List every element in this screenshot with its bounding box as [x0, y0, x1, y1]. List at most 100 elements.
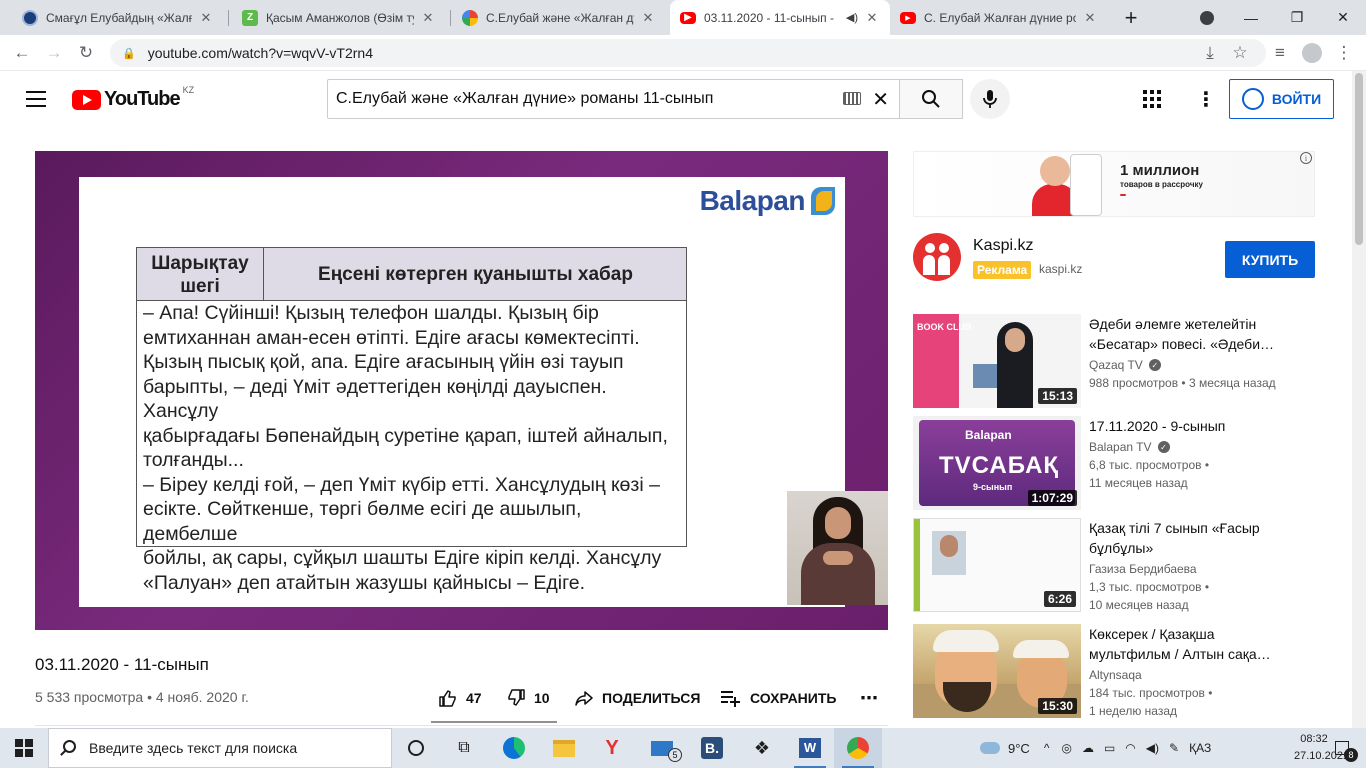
- scrollbar-thumb[interactable]: [1355, 73, 1363, 245]
- slide-line: – Апа! Сүйінші! Қызың телефон шалды. Қыз…: [143, 302, 599, 324]
- share-icon: [575, 691, 593, 706]
- google-icon: [462, 9, 478, 26]
- tray-chevron-icon[interactable]: ^: [1044, 741, 1050, 755]
- dislike-button[interactable]: 10: [506, 687, 550, 709]
- recommendation-item[interactable]: Balapan TVСАБАҚ 9-сынып 1:07:29 17.11.20…: [913, 416, 1338, 512]
- tab-close-icon[interactable]: ✕: [864, 10, 880, 26]
- ad-banner[interactable]: 1 миллион товаров в рассрочку: [913, 151, 1315, 217]
- cortana-icon[interactable]: [392, 728, 440, 768]
- rec-channel-name: Balapan TV: [1089, 440, 1152, 454]
- rec-channel[interactable]: Газиза Бердибаева: [1089, 562, 1197, 576]
- apps-grid-icon[interactable]: [1142, 89, 1162, 109]
- weather-temp[interactable]: 9°C: [1008, 741, 1030, 756]
- mail-icon[interactable]: 5: [638, 728, 686, 768]
- dropbox-icon[interactable]: ❖: [738, 728, 786, 768]
- yandex-icon[interactable]: Y: [588, 728, 636, 768]
- video-thumbnail[interactable]: Balapan TVСАБАҚ 9-сынып 1:07:29: [913, 416, 1081, 510]
- rec-channel[interactable]: Qazaq TV ✓: [1089, 358, 1161, 372]
- battery-icon[interactable]: ▭: [1104, 741, 1115, 755]
- pen-icon[interactable]: ✎: [1169, 741, 1179, 755]
- advertiser-name[interactable]: Kaspi.kz: [973, 237, 1033, 255]
- kaspi-logo[interactable]: [913, 233, 961, 281]
- recommendation-item[interactable]: 6:26 Қазақ тілі 7 сынып «Ғасыр бұлбұлы» …: [913, 518, 1338, 614]
- video-player[interactable]: Balapan Шарықтау шегі Еңсені көтерген қу…: [35, 151, 888, 630]
- more-actions-button[interactable]: ⋯: [860, 687, 878, 709]
- forward-button[interactable]: →: [40, 39, 68, 67]
- video-thumbnail[interactable]: 6:26: [913, 518, 1081, 612]
- rec-title[interactable]: Әдеби әлемге жетелейтін «Бесатар» повесі…: [1089, 314, 1287, 354]
- search-input[interactable]: С.Елубай және «Жалған дүние» романы 11-с…: [327, 79, 900, 119]
- browser-tab-2[interactable]: Z Қасым Аманжолов (Өзім тур ✕: [232, 0, 446, 35]
- rec-title[interactable]: Қазақ тілі 7 сынып «Ғасыр бұлбұлы»: [1089, 518, 1287, 558]
- rec-title[interactable]: 17.11.2020 - 9-сынып: [1089, 416, 1287, 436]
- onedrive-icon[interactable]: ☁: [1082, 741, 1094, 755]
- back-button[interactable]: ←: [8, 39, 36, 67]
- rec-channel[interactable]: Balapan TV ✓: [1089, 440, 1170, 454]
- slide-line: барыпты, – деді Үміт әдеттегіден көңілді…: [143, 375, 607, 423]
- ad-info-icon[interactable]: i: [1300, 152, 1312, 164]
- voice-search-button[interactable]: [970, 79, 1010, 119]
- slide-line: Қызың пысық қой, апа. Едіге ағасының үйі…: [143, 351, 624, 373]
- share-button[interactable]: ПОДЕЛИТЬСЯ: [574, 687, 700, 709]
- sign-in-button[interactable]: ВОЙТИ: [1229, 79, 1334, 119]
- start-button[interactable]: [0, 728, 48, 768]
- video-slide: Balapan Шарықтау шегі Еңсені көтерген қу…: [79, 177, 888, 607]
- video-meta: 5 533 просмотра • 4 нояб. 2020 г.: [35, 689, 249, 705]
- ad-headline: 1 миллион: [1120, 162, 1200, 179]
- recommendation-item[interactable]: 15:30 Көксерек / Қазақша мультфильм / Ал…: [913, 624, 1338, 720]
- keyboard-icon[interactable]: [843, 92, 861, 105]
- tab-search-button[interactable]: [1184, 0, 1230, 35]
- settings-more-icon[interactable]: ⋮: [1196, 87, 1216, 112]
- meet-now-icon[interactable]: ◎: [1061, 741, 1071, 755]
- file-explorer-icon[interactable]: [540, 728, 588, 768]
- rec-title[interactable]: Көксерек / Қазақша мультфильм / Алтын са…: [1089, 624, 1287, 664]
- video-thumbnail[interactable]: BOOK CLUB 15:13: [913, 314, 1081, 408]
- word-icon[interactable]: W: [786, 728, 834, 768]
- browser-tab-4-active[interactable]: ▶ 03.11.2020 - 11-сынып - ◀) ✕: [670, 0, 890, 35]
- search-button[interactable]: [899, 79, 963, 119]
- recommendation-item[interactable]: BOOK CLUB 15:13 Әдеби әлемге жетелейтін …: [913, 314, 1338, 410]
- profile-icon[interactable]: [1298, 39, 1326, 67]
- minimize-button[interactable]: —: [1228, 0, 1274, 35]
- app-b-icon[interactable]: B.: [688, 728, 736, 768]
- tab-close-icon[interactable]: ✕: [640, 10, 656, 26]
- rec-channel[interactable]: Altynsaqa: [1089, 668, 1142, 682]
- video-thumbnail[interactable]: 15:30: [913, 624, 1081, 718]
- wifi-icon[interactable]: ◠: [1125, 741, 1135, 755]
- browser-tab-3[interactable]: С.Елубай және «Жалған дүн ✕: [452, 0, 666, 35]
- browser-tab-1[interactable]: Смағұл Елубайдың «Жалған ✕: [12, 0, 224, 35]
- menu-icon[interactable]: [26, 91, 46, 107]
- tab-close-icon[interactable]: ✕: [198, 10, 214, 26]
- save-button[interactable]: СОХРАНИТЬ: [720, 687, 836, 709]
- browser-tab-5[interactable]: ▶ С. Елубай Жалған дүние ро ✕: [890, 0, 1108, 35]
- new-tab-button[interactable]: +: [1108, 0, 1154, 35]
- youtube-logo[interactable]: YouTube KZ: [72, 85, 194, 111]
- volume-icon[interactable]: ◀): [1146, 741, 1159, 755]
- browser-menu-icon[interactable]: ⋮: [1330, 39, 1358, 67]
- task-view-icon[interactable]: ⧉: [440, 728, 488, 768]
- buy-button[interactable]: КУПИТЬ: [1225, 241, 1315, 278]
- speaker-icon[interactable]: ◀): [846, 11, 858, 24]
- rec-age: 11 месяцев назад: [1089, 476, 1188, 490]
- tab-close-icon[interactable]: ✕: [1082, 10, 1098, 26]
- like-button[interactable]: 47: [438, 687, 482, 709]
- close-window-button[interactable]: ✕: [1320, 0, 1366, 35]
- tab-close-icon[interactable]: ✕: [420, 10, 436, 26]
- video-duration: 15:30: [1038, 698, 1077, 714]
- restore-button[interactable]: ❐: [1274, 0, 1320, 35]
- reload-button[interactable]: ↻: [72, 39, 100, 67]
- like-count: 47: [466, 690, 482, 706]
- page-scrollbar[interactable]: [1352, 71, 1366, 728]
- weather-cloud-icon[interactable]: [980, 742, 1000, 754]
- chrome-icon[interactable]: [834, 728, 882, 768]
- notifications-icon[interactable]: 8: [1318, 728, 1366, 768]
- edge-icon[interactable]: [490, 728, 538, 768]
- clear-search-icon[interactable]: ✕: [872, 87, 889, 112]
- install-app-icon[interactable]: ⤓: [1196, 39, 1224, 67]
- thumbs-down-icon: [508, 689, 525, 706]
- address-bar[interactable]: 🔒 youtube.com/watch?v=wqvV-vT2rn4: [110, 39, 1266, 67]
- bookmark-star-icon[interactable]: ☆: [1226, 39, 1254, 67]
- language-indicator[interactable]: ҚАЗ: [1189, 741, 1211, 755]
- reading-list-icon[interactable]: ≡: [1266, 39, 1294, 67]
- taskbar-search-input[interactable]: Введите здесь текст для поиска: [48, 728, 392, 768]
